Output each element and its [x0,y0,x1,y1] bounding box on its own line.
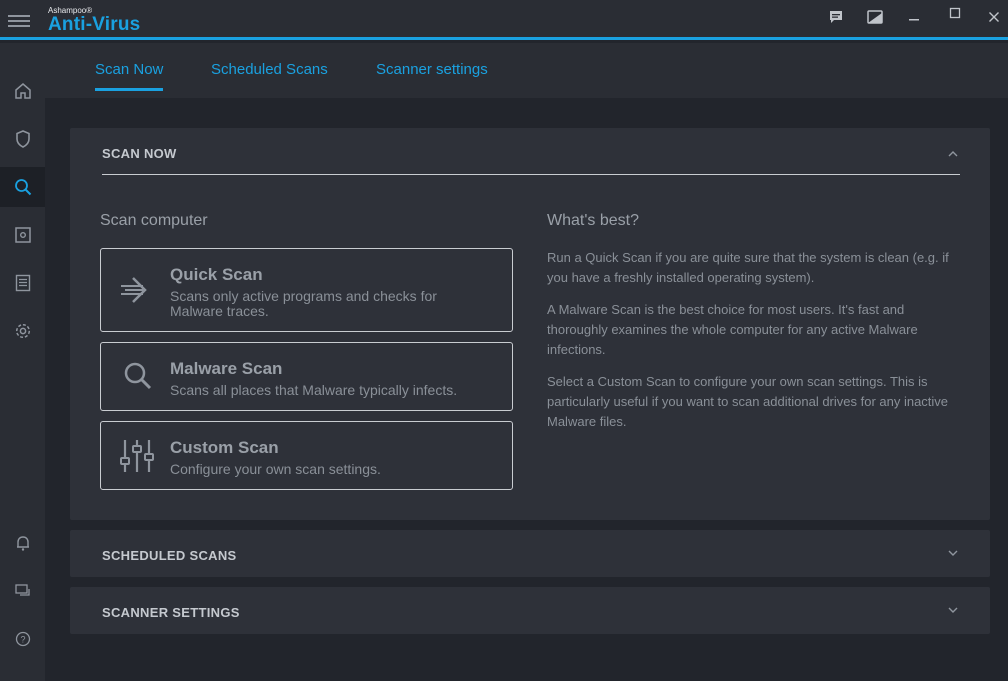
malware-scan-button[interactable]: Malware Scan Scans all places that Malwa… [100,342,513,411]
scheduled-scans-header[interactable]: SCHEDULED SCANS [102,548,237,563]
app-name: Anti-Virus [48,14,141,35]
whats-best-heading: What's best? [547,212,639,229]
shield-icon[interactable] [0,119,45,159]
tab-scanner-settings[interactable]: Scanner settings [376,61,488,78]
sidebar: ? [0,43,45,681]
chevron-down-icon[interactable] [946,546,960,560]
malware-scan-desc: Scans all places that Malware typically … [170,382,458,398]
best-paragraph-quick: Run a Quick Scan if you are quite sure t… [547,250,949,285]
tab-scan-now[interactable]: Scan Now [95,61,164,91]
quick-scan-desc: Scans only active programs and checks fo… [170,288,437,319]
gear-icon[interactable] [0,311,45,351]
theme-icon[interactable] [864,6,886,28]
scanner-settings-header[interactable]: SCANNER SETTINGS [102,605,240,620]
close-icon[interactable] [983,6,1005,28]
quick-scan-button[interactable]: Quick Scan Scans only active programs an… [100,248,513,332]
chevron-down-icon[interactable] [946,603,960,617]
magnifier-icon [124,362,152,390]
custom-scan-title: Custom Scan [170,438,279,457]
home-icon[interactable] [0,71,45,111]
malware-scan-title: Malware Scan [170,359,283,378]
search-icon[interactable] [0,167,45,207]
scan-now-panel: SCAN NOW Scan computer Quick Scan Scans … [70,128,990,520]
arrow-icon [121,277,147,303]
tab-scheduled-scans[interactable]: Scheduled Scans [211,61,328,78]
bell-icon[interactable] [0,523,45,563]
feedback-icon[interactable] [825,6,847,28]
custom-scan-desc: Configure your own scan settings. [170,461,381,477]
quarantine-icon[interactable] [0,215,45,255]
chat-icon[interactable] [0,571,45,611]
quick-scan-title: Quick Scan [170,265,263,284]
best-paragraph-malware: A Malware Scan is the best choice for mo… [547,302,918,357]
scheduled-scans-panel[interactable]: SCHEDULED SCANS [70,530,990,577]
sliders-icon [120,440,154,472]
log-icon[interactable] [0,263,45,303]
minimize-icon[interactable] [903,6,925,28]
divider [102,174,960,175]
menu-icon[interactable] [8,12,30,28]
scan-now-header[interactable]: SCAN NOW [102,146,177,161]
tab-bar: Scan Now Scheduled Scans Scanner setting… [45,43,1008,98]
custom-scan-button[interactable]: Custom Scan Configure your own scan sett… [100,421,513,490]
chevron-up-icon[interactable] [946,147,960,161]
app-logo: Ashampoo® Anti-Virus [48,6,140,35]
scan-computer-heading: Scan computer [100,212,208,229]
maximize-icon[interactable] [944,2,966,24]
scanner-settings-panel[interactable]: SCANNER SETTINGS [70,587,990,634]
best-paragraph-custom: Select a Custom Scan to configure your o… [547,374,949,429]
help-icon[interactable]: ? [0,619,45,659]
title-bar: Ashampoo® Anti-Virus [0,0,1008,40]
svg-text:?: ? [20,634,25,644]
